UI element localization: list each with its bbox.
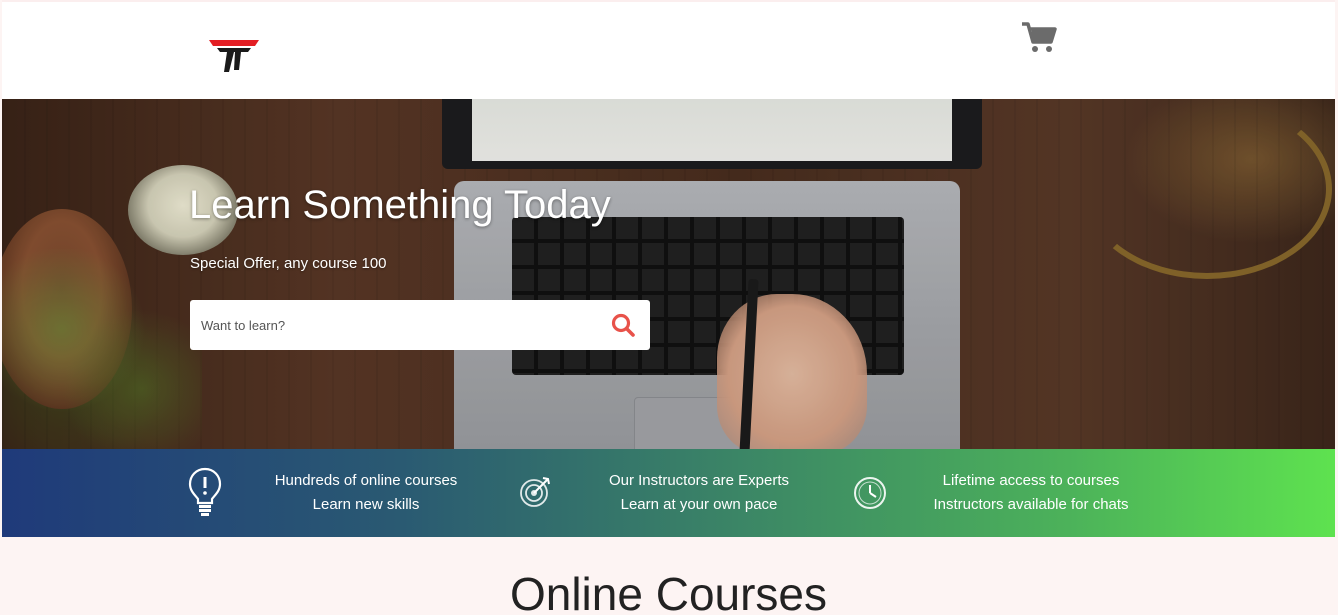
lightbulb-icon <box>188 467 222 516</box>
features-band: Hundreds of online courses Learn new ski… <box>2 449 1335 537</box>
feature-instructors: Our Instructors are Experts Learn at you… <box>569 469 829 517</box>
shopping-cart-icon[interactable] <box>1021 22 1057 54</box>
feature-access-line1: Lifetime access to courses <box>942 472 1120 489</box>
feature-access-line2: Instructors available for chats <box>933 496 1129 513</box>
feature-courses: Hundreds of online courses Learn new ski… <box>236 469 496 517</box>
search-icon[interactable] <box>610 312 636 338</box>
search-bar <box>190 300 650 350</box>
section-title: Online Courses <box>509 568 828 615</box>
hero-title: Learn Something Today <box>189 183 611 227</box>
hero-subtitle: Special Offer, any course 100 <box>190 255 387 272</box>
feature-courses-line1: Hundreds of online courses <box>274 472 458 489</box>
target-icon <box>520 477 550 507</box>
hero-overlay <box>2 99 1335 449</box>
feature-courses-line2: Learn new skills <box>312 496 420 513</box>
site-header <box>2 0 1335 99</box>
page: Learn Something Today Special Offer, any… <box>2 0 1335 615</box>
hero-banner: Learn Something Today Special Offer, any… <box>2 99 1335 449</box>
feature-instructors-line2: Learn at your own pace <box>620 496 778 513</box>
search-input[interactable] <box>190 300 600 350</box>
clock-icon <box>854 477 886 509</box>
feature-access: Lifetime access to courses Instructors a… <box>901 469 1161 517</box>
feature-instructors-line1: Our Instructors are Experts <box>608 472 790 489</box>
tt-logo-icon[interactable] <box>207 38 261 74</box>
